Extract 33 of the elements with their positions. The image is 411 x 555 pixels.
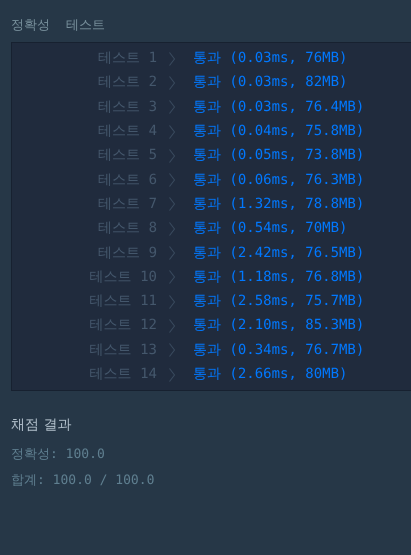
chevron-right-icon (169, 148, 175, 163)
chevron-right-icon (169, 100, 175, 114)
chevron-right-icon (169, 76, 175, 90)
test-result: 통과 (1.18ms, 76.8MB) (193, 268, 364, 287)
chevron-right-icon (169, 197, 175, 212)
test-result: 통과 (0.03ms, 76MB) (193, 49, 348, 68)
test-result: 통과 (0.05ms, 73.8MB) (193, 146, 364, 166)
chevron-right-icon (169, 343, 175, 358)
chevron-right-icon (169, 270, 175, 284)
chevron-right-icon (169, 318, 175, 333)
summary-title: 채점 결과 (11, 416, 72, 435)
chevron-right-icon (169, 52, 175, 66)
chevron-right-icon (169, 222, 175, 236)
chevron-right-icon (169, 124, 175, 139)
chevron-right-icon (169, 246, 175, 260)
test-result: 통과 (0.03ms, 76.4MB) (193, 98, 364, 117)
summary-line: 합계: 100.0 / 100.0 (11, 472, 156, 490)
test-result: 통과 (0.06ms, 76.3MB) (193, 170, 364, 190)
chevron-right-icon (169, 294, 175, 309)
test-result: 통과 (0.54ms, 70MB) (193, 219, 348, 238)
summary-line: 정확성: 100.0 (11, 446, 106, 464)
chevron-right-icon (169, 173, 175, 188)
test-result: 통과 (2.42ms, 76.5MB) (193, 244, 364, 263)
section-title: 테스트 (66, 17, 105, 35)
test-result: 통과 (2.58ms, 75.7MB) (193, 292, 364, 312)
test-result: 통과 (1.32ms, 78.8MB) (193, 194, 364, 214)
section-label: 정확성 (11, 17, 50, 35)
chevron-right-icon (169, 368, 175, 382)
test-result: 통과 (0.34ms, 76.7MB) (193, 340, 364, 360)
test-result: 통과 (2.66ms, 80MB) (193, 365, 348, 384)
test-result: 통과 (0.03ms, 82MB) (193, 73, 348, 92)
test-result: 통과 (0.04ms, 75.8MB) (193, 122, 364, 142)
test-result: 통과 (2.10ms, 85.3MB) (193, 316, 364, 336)
